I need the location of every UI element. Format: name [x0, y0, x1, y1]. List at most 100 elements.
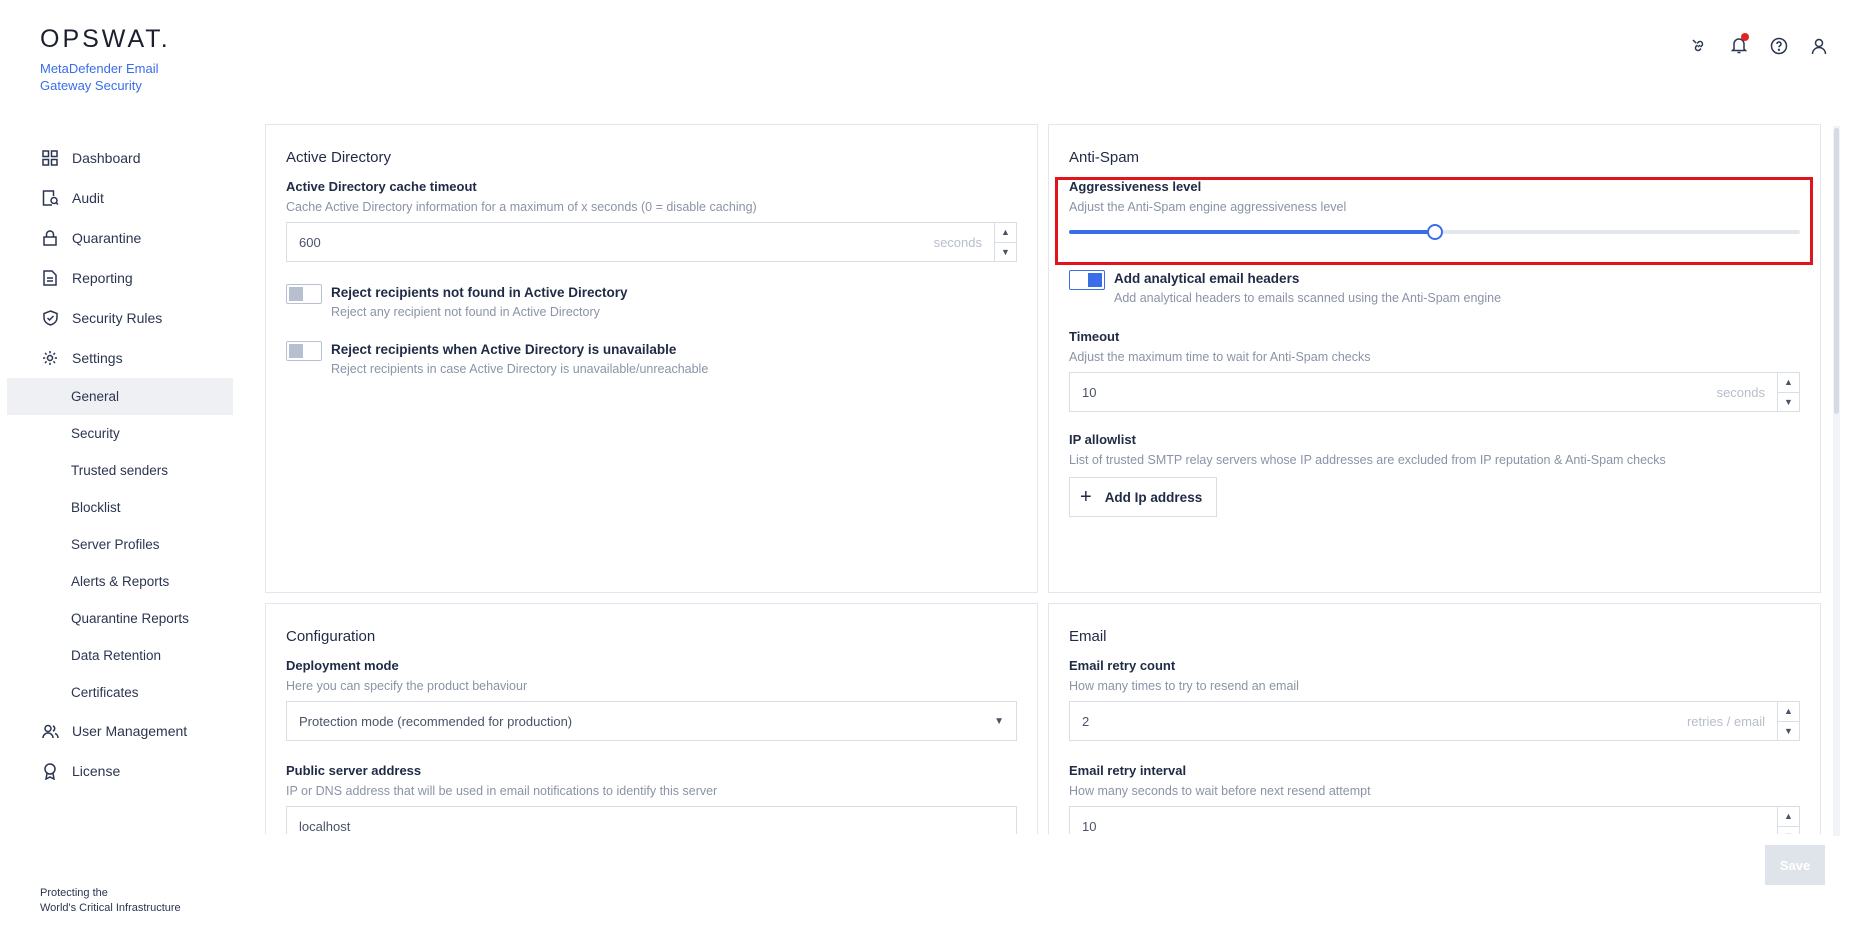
increment-button[interactable]: ▲: [995, 223, 1016, 242]
bell-icon[interactable]: [1729, 33, 1749, 55]
field-description: Adjust the maximum time to wait for Anti…: [1069, 350, 1371, 364]
cache-timeout-unit: seconds: [933, 234, 982, 250]
decrement-button[interactable]: ▼: [1778, 825, 1799, 834]
user-icon[interactable]: [1809, 36, 1828, 55]
email-card: Email Email retry count How many times t…: [1048, 603, 1821, 834]
sidebar-item-license[interactable]: License: [7, 751, 233, 791]
sidebar-subitem-general[interactable]: General: [7, 378, 233, 415]
card-title: Anti-Spam: [1069, 149, 1140, 166]
decrement-button[interactable]: ▼: [1778, 391, 1799, 412]
cache-timeout-stepper: ▲ ▼: [994, 223, 1016, 261]
lock-icon: [41, 229, 59, 247]
analytical-headers-row: Add analytical email headers Add analyti…: [1069, 270, 1800, 305]
add-ip-address-button[interactable]: + Add Ip address: [1069, 477, 1218, 517]
field-description: Cache Active Directory information for a…: [286, 200, 757, 214]
header-icons: [1689, 33, 1828, 55]
shield-icon: [41, 309, 59, 327]
sidebar-item-label: User Management: [72, 723, 188, 739]
field-label: Email retry count: [1069, 658, 1176, 673]
sidebar-subitem-quarantine-reports[interactable]: Quarantine Reports: [7, 600, 233, 637]
sidebar-subitem-server-profiles[interactable]: Server Profiles: [7, 526, 233, 563]
increment-button[interactable]: ▲: [1778, 373, 1799, 392]
users-icon: [41, 722, 59, 740]
sidebar-subitem-data-retention[interactable]: Data Retention: [7, 637, 233, 674]
toggle-title: Reject recipients when Active Directory …: [331, 342, 677, 357]
retry-count-value: 2: [1082, 713, 1090, 729]
increment-button[interactable]: ▲: [1778, 702, 1799, 721]
sidebar-item-label: License: [72, 763, 121, 779]
retry-count-unit: retries / email: [1686, 713, 1765, 729]
help-icon[interactable]: [1769, 36, 1788, 55]
scrollbar-thumb[interactable]: [1834, 128, 1839, 414]
reject-unavailable-toggle[interactable]: [286, 341, 322, 361]
retry-interval-value: 10: [1082, 818, 1097, 834]
active-directory-card: Active Directory Active Directory cache …: [265, 124, 1038, 593]
field-label: Active Directory cache timeout: [286, 179, 477, 194]
timeout-stepper: ▲ ▼: [1777, 373, 1799, 411]
field-label: Public server address: [286, 763, 422, 778]
plus-icon: +: [1080, 486, 1092, 508]
field-description: Here you can specify the product behavio…: [286, 679, 528, 693]
sidebar-item-reporting[interactable]: Reporting: [7, 258, 233, 298]
sidebar-item-settings[interactable]: Settings: [7, 338, 233, 378]
sidebar-item-security-rules[interactable]: Security Rules: [7, 298, 233, 338]
field-description: IP or DNS address that will be used in e…: [286, 784, 718, 798]
sidebar-item-dashboard[interactable]: Dashboard: [7, 138, 233, 178]
field-label: Timeout: [1069, 329, 1120, 344]
timeout-value: 10: [1082, 384, 1097, 400]
retry-count-input[interactable]: 2 retries / email ▲ ▼: [1069, 701, 1800, 741]
chevron-down-icon: ▼: [994, 715, 1004, 727]
field-description: List of trusted SMTP relay servers whose…: [1069, 453, 1666, 467]
audit-icon: [41, 189, 59, 207]
sidebar-item-quarantine[interactable]: Quarantine: [7, 218, 233, 258]
toggle-title: Reject recipients not found in Active Di…: [331, 285, 628, 300]
configuration-card: Configuration Deployment mode Here you c…: [265, 603, 1038, 834]
dashboard-icon: [41, 149, 59, 167]
analytical-headers-toggle[interactable]: [1069, 270, 1105, 290]
field-label: Deployment mode: [286, 658, 399, 673]
save-button[interactable]: Save: [1765, 845, 1825, 885]
sidebar-subitem-trusted-senders[interactable]: Trusted senders: [7, 452, 233, 489]
decrement-button[interactable]: ▼: [1778, 720, 1799, 741]
content-scrollbar[interactable]: [1833, 126, 1840, 836]
sidebar-item-label: Dashboard: [72, 150, 141, 166]
sidebar-subitem-alerts-reports[interactable]: Alerts & Reports: [7, 563, 233, 600]
sidebar-item-label: Audit: [72, 190, 104, 206]
product-name: MetaDefender Email Gateway Security: [40, 61, 159, 93]
sidebar-subitem-security[interactable]: Security: [7, 415, 233, 452]
sidebar-subitem-blocklist[interactable]: Blocklist: [7, 489, 233, 526]
deployment-mode-select[interactable]: Protection mode (recommended for product…: [286, 701, 1017, 741]
sidebar-item-label: Quarantine: [72, 230, 142, 246]
public-server-address-input[interactable]: localhost: [286, 806, 1017, 834]
sidebar-item-label: Settings: [72, 350, 123, 366]
increment-button[interactable]: ▲: [1778, 807, 1799, 826]
toggle-title: Add analytical email headers: [1114, 271, 1300, 286]
tagline-line-1: Protecting the: [40, 887, 108, 899]
timeout-unit: seconds: [1716, 384, 1765, 400]
cache-timeout-input[interactable]: 600 seconds ▲ ▼: [286, 222, 1017, 262]
reject-not-found-toggle[interactable]: [286, 284, 322, 304]
link-icon[interactable]: [1689, 36, 1708, 55]
retry-interval-input[interactable]: 10 ▲ ▼: [1069, 806, 1800, 834]
reject-unavailable-row: Reject recipients when Active Directory …: [286, 341, 1017, 376]
opswat-logo: OPSWAT.: [40, 25, 171, 53]
add-ip-label: Add Ip address: [1104, 489, 1203, 505]
license-icon: [41, 762, 59, 780]
report-icon: [41, 269, 59, 287]
field-label: IP allowlist: [1069, 432, 1136, 447]
toggle-description: Reject recipients in case Active Directo…: [331, 362, 709, 376]
sidebar-item-label: Reporting: [72, 270, 133, 286]
retry-count-stepper: ▲ ▼: [1777, 702, 1799, 740]
sidebar-subitem-certificates[interactable]: Certificates: [7, 674, 233, 711]
toggle-description: Add analytical headers to emails scanned…: [1114, 291, 1502, 305]
highlight-box: [1055, 177, 1813, 265]
sidebar-item-user-management[interactable]: User Management: [7, 711, 233, 751]
toggle-description: Reject any recipient not found in Active…: [331, 305, 600, 319]
timeout-input[interactable]: 10 seconds ▲ ▼: [1069, 372, 1800, 412]
decrement-button[interactable]: ▼: [995, 241, 1016, 262]
card-title: Active Directory: [286, 149, 392, 166]
sidebar: Dashboard Audit Quarantine Reporting Sec…: [7, 138, 233, 791]
sidebar-item-audit[interactable]: Audit: [7, 178, 233, 218]
card-title: Email: [1069, 628, 1107, 645]
sidebar-item-label: Security Rules: [72, 310, 163, 326]
